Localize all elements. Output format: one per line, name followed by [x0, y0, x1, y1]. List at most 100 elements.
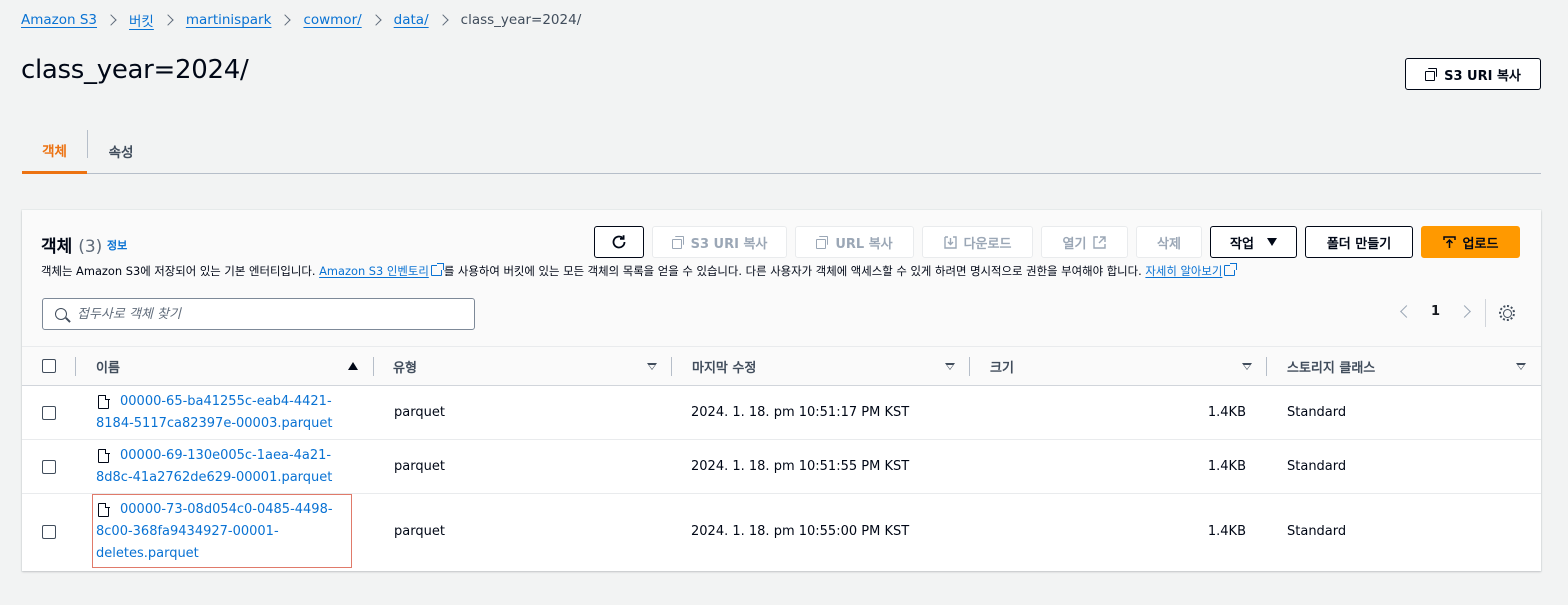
- actions-label: 작업: [1230, 236, 1254, 252]
- chevron-right-icon: [370, 14, 382, 26]
- copy-url-button[interactable]: URL 복사: [795, 226, 914, 258]
- column-divider: [671, 357, 672, 376]
- upload-icon: [1442, 235, 1456, 248]
- copy-s3-uri-header-button[interactable]: S3 URI 복사: [1405, 58, 1541, 90]
- object-name-link[interactable]: 8d8c-41a2762de629-00001.parquet: [96, 467, 332, 489]
- copy-s3-uri-label: S3 URI 복사: [690, 236, 768, 252]
- create-folder-label: 폴더 만들기: [1326, 236, 1392, 252]
- tab-objects[interactable]: 객체: [22, 128, 87, 174]
- refresh-icon: [612, 235, 626, 249]
- external-link-icon: [430, 263, 444, 276]
- sort-icon[interactable]: [1516, 363, 1526, 370]
- learn-more-link[interactable]: 자세히 알아보기: [1145, 264, 1222, 278]
- download-icon: [943, 235, 957, 249]
- breadcrumb-current: class_year=2024/: [460, 12, 582, 28]
- column-divider: [75, 357, 76, 376]
- table-header: 이름 유형 마지막 수정 크기 스토리지 클래스: [22, 346, 1541, 386]
- external-link-icon: [1093, 235, 1107, 249]
- breadcrumb-link-data[interactable]: data/: [394, 12, 429, 28]
- chevron-right-icon[interactable]: [1458, 305, 1471, 318]
- chevron-left-icon[interactable]: [1400, 305, 1413, 318]
- caret-down-icon: [1266, 238, 1277, 246]
- object-last-modified: 2024. 1. 18. pm 10:51:55 PM KST: [691, 459, 910, 474]
- actions-dropdown[interactable]: 작업: [1210, 226, 1297, 258]
- column-header-name[interactable]: 이름: [96, 347, 120, 386]
- file-icon: [98, 394, 110, 409]
- object-size: 1.4KB: [1207, 405, 1246, 420]
- table-row[interactable]: 00000-69-130e005c-1aea-4a21- 8d8c-41a276…: [22, 440, 1541, 494]
- object-name-link[interactable]: 00000-69-130e005c-1aea-4a21-: [120, 445, 331, 467]
- chevron-right-icon: [105, 14, 117, 26]
- select-all-checkbox[interactable]: [42, 359, 56, 373]
- breadcrumb: Amazon S3 버킷 martinispark cowmor/ data/ …: [21, 10, 581, 30]
- column-divider: [1266, 357, 1267, 376]
- copy-s3-uri-header-label: S3 URI 복사: [1444, 68, 1521, 84]
- page-title: class_year=2024/: [21, 55, 249, 85]
- upload-button[interactable]: 업로드: [1421, 226, 1520, 258]
- create-folder-button[interactable]: 폴더 만들기: [1305, 226, 1413, 258]
- upload-label: 업로드: [1462, 236, 1499, 252]
- breadcrumb-link-amazon-s3[interactable]: Amazon S3: [21, 12, 97, 28]
- objects-title-text: 객체: [41, 237, 73, 257]
- delete-button[interactable]: 삭제: [1136, 226, 1202, 258]
- file-icon: [98, 448, 110, 463]
- download-label: 다운로드: [963, 236, 1012, 252]
- copy-icon: [816, 236, 829, 249]
- info-link[interactable]: 정보: [107, 237, 127, 253]
- search-icon: [55, 308, 67, 320]
- objects-panel: 객체 (3) 정보 S3 URI 복사 URL 복사 다운로드 열기 삭제 작업…: [22, 210, 1541, 571]
- object-type: parquet: [394, 459, 445, 474]
- row-checkbox[interactable]: [42, 406, 56, 420]
- description-text-2: 를 사용하여 버킷에 있는 모든 객체의 목록을 얻을 수 있습니다. 다른 사…: [443, 264, 1142, 278]
- object-type: parquet: [394, 405, 445, 420]
- open-button[interactable]: 열기: [1041, 226, 1128, 258]
- copy-icon: [1425, 68, 1438, 81]
- chevron-right-icon: [436, 14, 449, 26]
- breadcrumb-link-buckets[interactable]: 버킷: [129, 10, 154, 30]
- column-header-size[interactable]: 크기: [990, 347, 1014, 386]
- row-checkbox[interactable]: [42, 525, 56, 539]
- pagination-divider: [1485, 299, 1486, 327]
- objects-count: (3): [78, 237, 103, 257]
- chevron-right-icon: [162, 14, 174, 26]
- description-text-1: 객체는 Amazon S3에 저장되어 있는 기본 엔터티입니다.: [41, 264, 316, 278]
- object-last-modified: 2024. 1. 18. pm 10:51:17 PM KST: [691, 405, 910, 420]
- copy-s3-uri-button[interactable]: S3 URI 복사: [652, 226, 787, 258]
- objects-title: 객체 (3): [41, 232, 102, 257]
- object-storage-class: Standard: [1287, 524, 1347, 539]
- column-header-storage-class[interactable]: 스토리지 클래스: [1287, 347, 1375, 386]
- objects-panel-header: 객체 (3) 정보 S3 URI 복사 URL 복사 다운로드 열기 삭제 작업…: [22, 210, 1541, 346]
- tab-bar: 객체 속성: [22, 128, 1541, 174]
- download-button[interactable]: 다운로드: [922, 226, 1033, 258]
- column-divider: [373, 357, 374, 376]
- delete-label: 삭제: [1157, 236, 1181, 252]
- gear-icon[interactable]: [1499, 305, 1515, 321]
- breadcrumb-link-bucket[interactable]: martinispark: [186, 12, 272, 28]
- object-name-link[interactable]: 8184-5117ca82397e-00003.parquet: [96, 413, 332, 435]
- open-label: 열기: [1062, 236, 1087, 252]
- refresh-button[interactable]: [594, 226, 644, 258]
- column-header-type[interactable]: 유형: [393, 347, 417, 386]
- sort-ascending-icon[interactable]: [348, 362, 358, 370]
- chevron-right-icon: [279, 14, 292, 26]
- tab-properties[interactable]: 속성: [88, 128, 154, 174]
- pagination: 1: [1400, 304, 1471, 319]
- sort-icon[interactable]: [1242, 363, 1252, 370]
- external-link-icon: [1224, 263, 1238, 276]
- search-input[interactable]: [77, 306, 437, 322]
- column-header-last-modified[interactable]: 마지막 수정: [692, 347, 756, 386]
- sort-icon[interactable]: [647, 363, 657, 370]
- copy-url-label: URL 복사: [835, 236, 893, 252]
- object-size: 1.4KB: [1207, 459, 1246, 474]
- object-name-link[interactable]: 00000-65-ba41255c-eab4-4421-: [120, 391, 332, 413]
- table-row[interactable]: 00000-65-ba41255c-eab4-4421- 8184-5117ca…: [22, 386, 1541, 440]
- current-page[interactable]: 1: [1431, 304, 1440, 319]
- object-storage-class: Standard: [1287, 405, 1347, 420]
- sort-icon[interactable]: [945, 363, 955, 370]
- column-divider: [969, 357, 970, 376]
- s3-inventory-link[interactable]: Amazon S3 인벤토리: [319, 264, 429, 278]
- row-checkbox[interactable]: [42, 460, 56, 474]
- object-storage-class: Standard: [1287, 459, 1347, 474]
- breadcrumb-link-cowmor[interactable]: cowmor/: [303, 12, 361, 28]
- highlight-box: [92, 494, 352, 568]
